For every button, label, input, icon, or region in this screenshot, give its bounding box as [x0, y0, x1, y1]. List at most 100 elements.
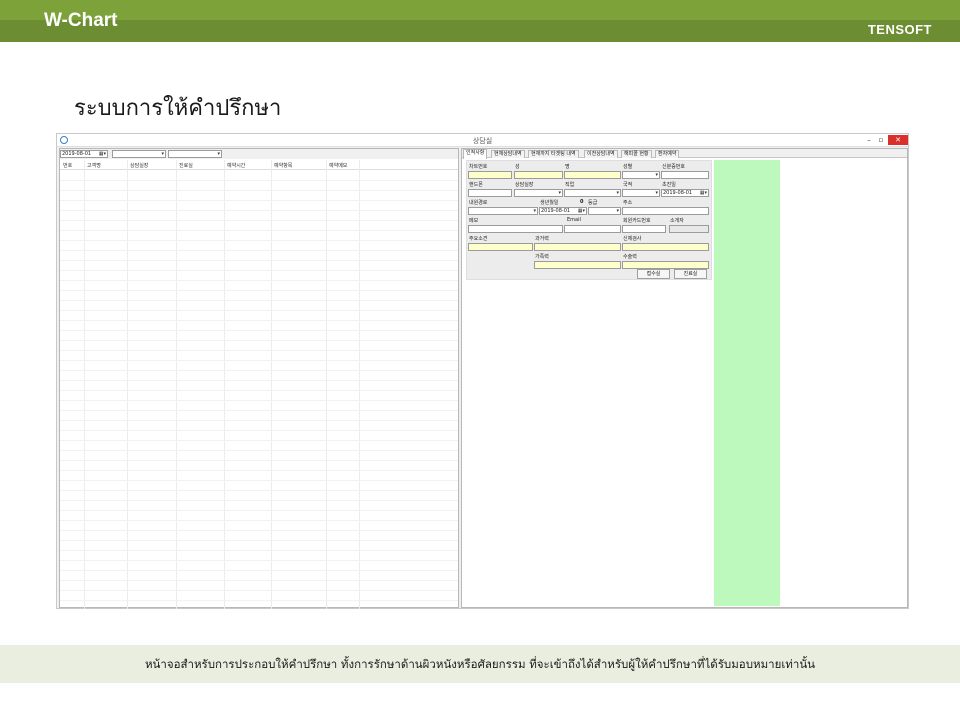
combo-exam-room[interactable]: ▾ — [168, 150, 222, 158]
table-row[interactable] — [60, 400, 458, 401]
chevron-down-icon[interactable]: ▾ — [655, 172, 658, 178]
table-row[interactable] — [60, 590, 458, 591]
reservation-list-panel: 2019-08-01 ▦▾ ▾ ▾ 번호 고객명 상담실장 진료실 예약시간 예… — [59, 148, 459, 609]
combo-consult-manager[interactable]: ▾ — [112, 150, 166, 158]
table-row[interactable] — [60, 250, 458, 251]
table-row[interactable] — [60, 560, 458, 561]
table-row[interactable] — [60, 500, 458, 501]
table-row[interactable] — [60, 280, 458, 281]
chevron-down-icon[interactable]: ▾ — [161, 151, 164, 157]
tab-current-consultation[interactable]: 현재상담내역 — [491, 150, 525, 158]
col-header[interactable]: 상담실장 — [130, 162, 148, 169]
table-row[interactable] — [60, 270, 458, 271]
table-row[interactable] — [60, 600, 458, 601]
chevron-down-icon[interactable]: ▾ — [616, 190, 619, 196]
table-row[interactable] — [60, 580, 458, 581]
table-row[interactable] — [60, 330, 458, 331]
table-row[interactable] — [60, 380, 458, 381]
table-row[interactable] — [60, 190, 458, 191]
consult-manager-select[interactable]: ▾ — [514, 189, 563, 197]
member-card-field[interactable] — [622, 225, 666, 233]
table-row[interactable] — [60, 430, 458, 431]
table-row[interactable] — [60, 420, 458, 421]
email-field[interactable] — [564, 225, 621, 233]
address-field[interactable] — [622, 207, 709, 215]
table-row[interactable] — [60, 210, 458, 211]
job-select[interactable]: ▾ — [564, 189, 621, 197]
table-row[interactable] — [60, 570, 458, 571]
past-history-field[interactable] — [534, 243, 621, 251]
chevron-down-icon[interactable]: ▾ — [616, 208, 619, 214]
memo-field[interactable] — [468, 225, 563, 233]
exam-room-button[interactable]: 진료실 — [674, 269, 707, 279]
date-picker[interactable]: 2019-08-01 ▦▾ — [60, 150, 108, 158]
chart-no-field[interactable] — [468, 171, 512, 179]
visit-route-select[interactable]: ▾ — [468, 207, 538, 215]
calendar-icon[interactable]: ▦▾ — [99, 151, 106, 157]
col-header[interactable]: 고객명 — [87, 162, 101, 169]
col-header[interactable]: 예약시간 — [227, 162, 245, 169]
table-row[interactable] — [60, 290, 458, 291]
table-row[interactable] — [60, 440, 458, 441]
table-row[interactable] — [60, 220, 458, 221]
table-row[interactable] — [60, 240, 458, 241]
table-row[interactable] — [60, 490, 458, 491]
tab-previous-consultation[interactable]: 이전상담내역 — [584, 150, 618, 158]
table-row[interactable] — [60, 360, 458, 361]
calendar-icon[interactable]: ▦▾ — [700, 190, 707, 196]
table-row[interactable] — [60, 480, 458, 481]
tab-patient-reservation[interactable]: 환자예약 — [655, 150, 680, 158]
chevron-down-icon[interactable]: ▾ — [533, 208, 536, 214]
col-header[interactable]: 예약항목 — [274, 162, 292, 169]
grid-divider — [271, 160, 272, 609]
birth-date-picker[interactable]: 2019-08-01 ▦▾ — [539, 207, 587, 215]
table-row[interactable] — [60, 370, 458, 371]
table-row[interactable] — [60, 550, 458, 551]
col-header[interactable]: 예약메모 — [329, 162, 347, 169]
first-visit-date-picker[interactable]: 2019-08-01 ▦▾ — [661, 189, 709, 197]
chief-complaint-field[interactable] — [468, 243, 533, 251]
nationality-select[interactable]: ▾ — [622, 189, 660, 197]
table-row[interactable] — [60, 460, 458, 461]
table-row[interactable] — [60, 180, 458, 181]
table-row[interactable] — [60, 300, 458, 301]
tab-personal-info[interactable]: 인적사항 — [463, 149, 488, 159]
table-row[interactable] — [60, 530, 458, 531]
table-row[interactable] — [60, 540, 458, 541]
gender-select[interactable]: ▾ — [622, 171, 660, 179]
table-row[interactable] — [60, 350, 458, 351]
first-name-field[interactable] — [564, 171, 621, 179]
table-row[interactable] — [60, 260, 458, 261]
reception-button[interactable]: 접수실 — [637, 269, 670, 279]
table-row[interactable] — [60, 450, 458, 451]
chevron-down-icon[interactable]: ▾ — [558, 190, 561, 196]
mobile-field[interactable] — [468, 189, 512, 197]
close-button[interactable]: ✕ — [888, 135, 908, 145]
chevron-down-icon[interactable]: ▾ — [655, 190, 658, 196]
referrer-field[interactable] — [669, 225, 709, 233]
last-name-field[interactable] — [514, 171, 563, 179]
table-row[interactable] — [60, 390, 458, 391]
table-row[interactable] — [60, 520, 458, 521]
tab-happy-call[interactable]: 해피콜 현황 — [621, 150, 652, 158]
table-row[interactable] — [60, 510, 458, 511]
grade-select[interactable]: ▾ — [588, 207, 621, 215]
surgical-history-field[interactable] — [622, 261, 709, 269]
tab-targeting-history[interactable]: 현재까지 타겟팅 내역 — [528, 150, 579, 158]
chevron-down-icon[interactable]: ▾ — [217, 151, 220, 157]
resident-no-field[interactable] — [661, 171, 709, 179]
minimize-button[interactable]: – — [864, 135, 874, 145]
col-header[interactable]: 진료실 — [179, 162, 193, 169]
col-header[interactable]: 번호 — [63, 162, 72, 169]
maximize-button[interactable]: ▫ — [876, 135, 886, 145]
table-row[interactable] — [60, 320, 458, 321]
family-history-field[interactable] — [534, 261, 621, 269]
physical-exam-field[interactable] — [622, 243, 709, 251]
table-row[interactable] — [60, 470, 458, 471]
table-row[interactable] — [60, 310, 458, 311]
table-row[interactable] — [60, 230, 458, 231]
table-row[interactable] — [60, 410, 458, 411]
table-row[interactable] — [60, 200, 458, 201]
table-row[interactable] — [60, 340, 458, 341]
calendar-icon[interactable]: ▦▾ — [578, 208, 585, 214]
